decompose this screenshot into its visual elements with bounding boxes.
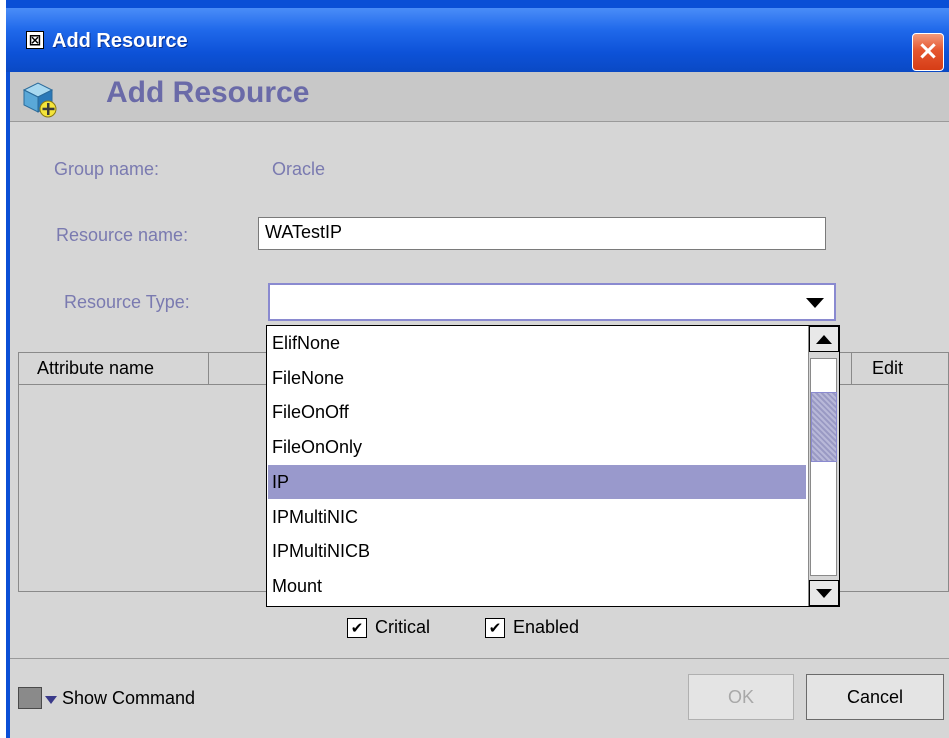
list-item-ipmultinicb[interactable]: IPMultiNICB xyxy=(268,534,806,568)
resource-type-label: Resource Type: xyxy=(64,292,190,312)
scrollbar-thumb[interactable] xyxy=(811,392,837,462)
close-button[interactable]: × xyxy=(912,33,944,71)
group-name-label: Group name: xyxy=(54,159,160,179)
chevron-down-icon[interactable] xyxy=(800,293,830,313)
dialog-body: Add Resource Group name: Oracle Resource… xyxy=(10,72,949,738)
list-item-ipmultinic[interactable]: IPMultiNIC xyxy=(268,500,806,534)
command-icon xyxy=(18,687,57,709)
list-item-mount[interactable]: Mount xyxy=(268,569,806,603)
scroll-up-arrow-icon[interactable] xyxy=(809,326,839,352)
list-item-elifnone[interactable]: ElifNone xyxy=(268,326,806,360)
title-bar[interactable]: ⊠ Add Resource × xyxy=(6,8,949,72)
resource-type-dropdown-list[interactable]: ElifNone FileNone FileOnOff FileOnOnly I… xyxy=(266,325,840,607)
resource-name-label: Resource name: xyxy=(56,225,189,245)
critical-label: Critical xyxy=(375,617,431,637)
column-header-attribute-name[interactable]: Attribute name xyxy=(19,353,209,385)
window-title: Add Resource xyxy=(52,30,188,52)
list-item-fileononly[interactable]: FileOnOnly xyxy=(268,430,806,464)
ok-button[interactable]: OK xyxy=(688,674,794,720)
cancel-button[interactable]: Cancel xyxy=(806,674,944,720)
list-item-filenone[interactable]: FileNone xyxy=(268,361,806,395)
column-header-edit[interactable]: Edit xyxy=(851,353,948,385)
dropdown-scrollbar[interactable] xyxy=(808,326,839,606)
cube-add-icon xyxy=(22,82,57,118)
checkmark-icon[interactable]: ✔ xyxy=(347,617,367,638)
resource-name-input[interactable]: WATestIP xyxy=(258,217,826,250)
checkmark-icon[interactable]: ✔ xyxy=(485,617,505,638)
add-resource-window: ⊠ Add Resource × Add Resource Group name… xyxy=(6,0,949,738)
list-item-ip[interactable]: IP xyxy=(268,465,806,499)
scrollbar-track[interactable] xyxy=(810,358,837,576)
enabled-checkbox[interactable]: ✔ Enabled xyxy=(485,617,579,638)
list-item-fileonoff[interactable]: FileOnOff xyxy=(268,395,806,429)
dialog-header: Add Resource xyxy=(10,72,949,122)
enabled-label: Enabled xyxy=(513,617,580,637)
show-command-toggle[interactable]: Show Command xyxy=(18,687,195,709)
critical-checkbox[interactable]: ✔ Critical xyxy=(347,617,430,638)
resource-type-combobox[interactable] xyxy=(268,283,836,321)
footer-divider xyxy=(10,658,949,659)
group-name-value: Oracle xyxy=(272,159,326,179)
dialog-heading: Add Resource xyxy=(106,76,310,109)
show-command-label: Show Command xyxy=(62,687,196,708)
scroll-down-arrow-icon[interactable] xyxy=(809,580,839,606)
window-app-icon: ⊠ xyxy=(26,31,44,49)
